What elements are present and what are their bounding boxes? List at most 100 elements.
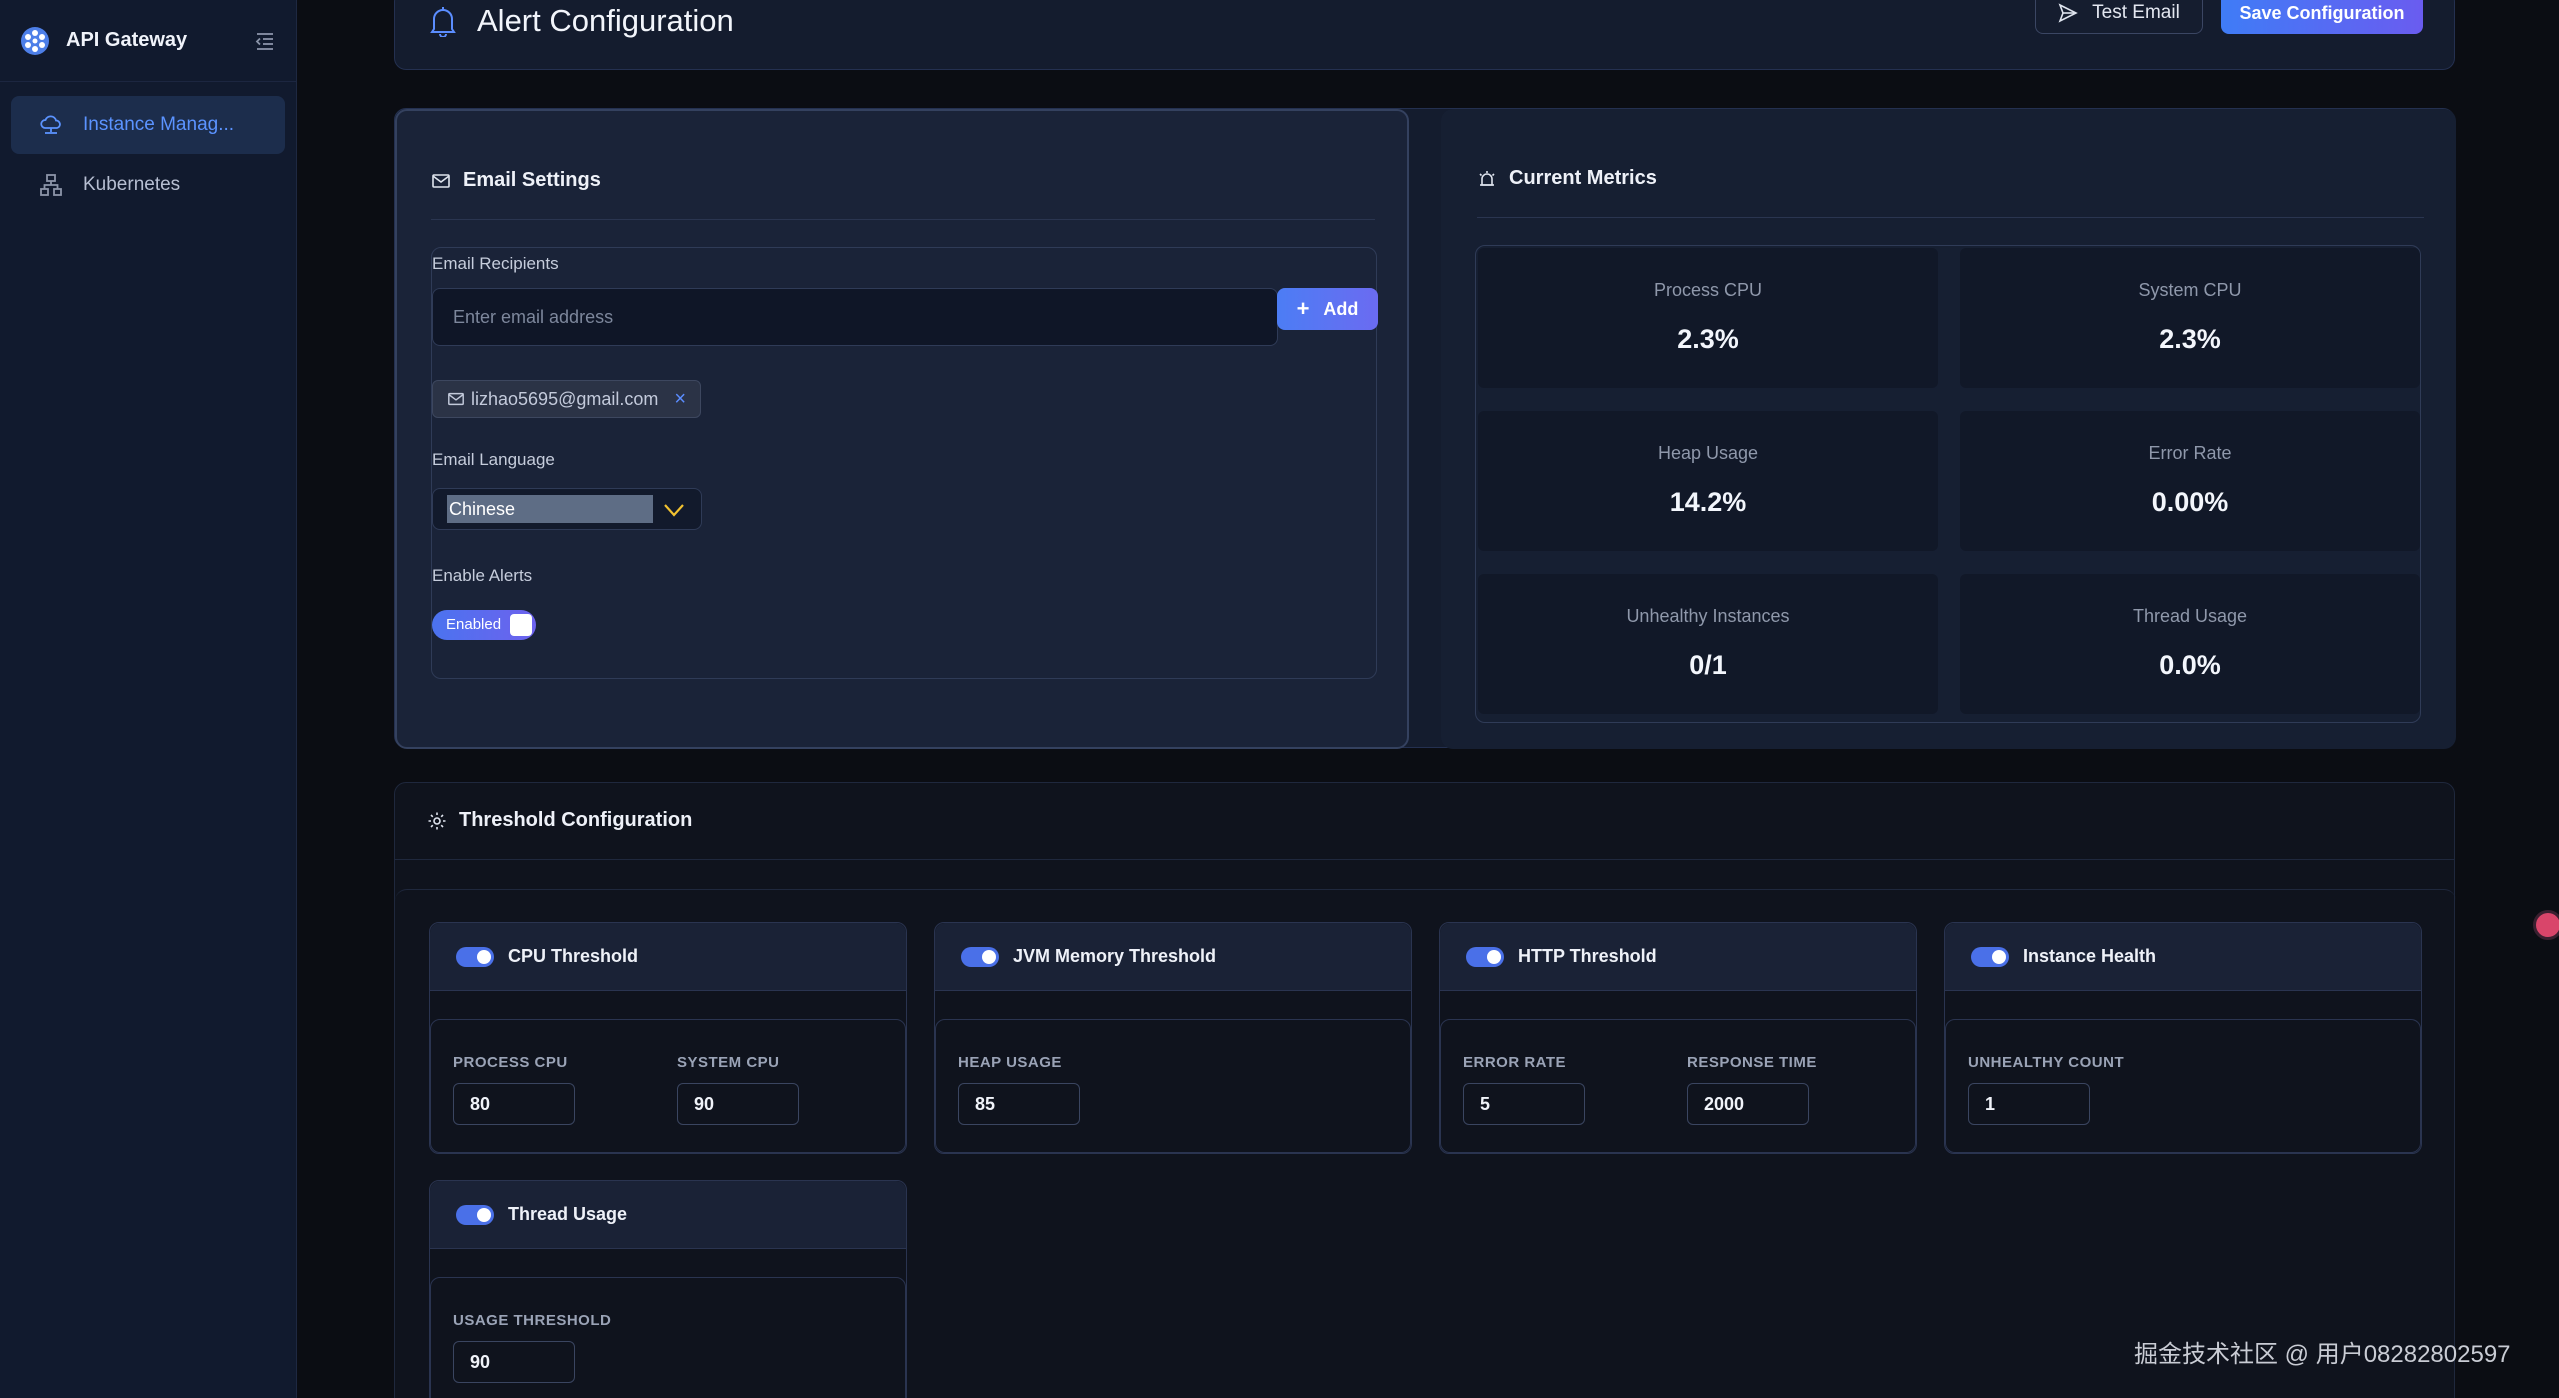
gateway-logo-icon (21, 26, 49, 55)
field-label: PROCESS CPU (453, 1054, 568, 1071)
sidebar-item-kubernetes[interactable]: Kubernetes (11, 156, 285, 214)
watermark: 掘金技术社区 @ 用户08282802597 (2134, 1341, 2511, 1368)
metric-process-cpu: Process CPU 2.3% (1478, 248, 1938, 388)
current-metrics-title: Current Metrics (1509, 167, 1657, 189)
current-metrics-card: Current Metrics Process CPU 2.3% System … (1441, 109, 2456, 749)
threshold-card-instance-health: Instance Health UNHEALTHY COUNT (1944, 922, 2422, 1154)
toggle-state-text: Enabled (446, 616, 502, 633)
threshold-card-title: HTTP Threshold (1518, 946, 1657, 966)
heap-usage-input[interactable] (958, 1083, 1080, 1125)
process-cpu-input[interactable] (453, 1083, 575, 1125)
recipient-email: lizhao5695@gmail.com (471, 388, 659, 409)
field-usage-threshold: USAGE THRESHOLD (453, 1312, 611, 1383)
email-settings-header: Email Settings (431, 169, 601, 192)
brand: API Gateway (0, 0, 296, 82)
threshold-card-body: HEAP USAGE (935, 1019, 1411, 1153)
threshold-card-body: ERROR RATE RESPONSE TIME (1440, 1019, 1916, 1153)
recipient-chip: lizhao5695@gmail.com × (432, 380, 702, 418)
field-label: ERROR RATE (1463, 1054, 1567, 1071)
threshold-card-title: Thread Usage (508, 1204, 628, 1224)
field-label: USAGE THRESHOLD (453, 1312, 612, 1329)
metric-system-cpu: System CPU 2.3% (1960, 248, 2420, 388)
current-metrics-header: Current Metrics (1477, 167, 1657, 190)
test-email-button[interactable]: Test Email (2035, 0, 2203, 34)
thread-usage-toggle[interactable] (456, 1204, 494, 1225)
threshold-configuration-title: Threshold Configuration (459, 809, 693, 831)
divider (1477, 217, 2424, 218)
floating-helper-button[interactable] (2533, 910, 2559, 940)
metric-value: 0/1 (1689, 650, 1727, 680)
plus-icon: + (1296, 296, 1310, 321)
usage-threshold-input[interactable] (453, 1341, 575, 1383)
http-threshold-toggle[interactable] (1466, 946, 1504, 967)
bell-icon (430, 7, 456, 37)
sidebar-item-instance-management[interactable]: Instance Manag... (11, 96, 285, 154)
add-recipient-button[interactable]: + Add (1277, 288, 1378, 330)
threshold-card-http: HTTP Threshold ERROR RATE RESPONSE TIME (1439, 922, 1917, 1154)
metric-thread-usage: Thread Usage 0.0% (1960, 574, 2420, 714)
sidebar: API Gateway Instance Manag... Kubernetes (0, 0, 297, 1398)
app-name: API Gateway (66, 29, 188, 51)
metric-label: Process CPU (1653, 280, 1763, 300)
response-time-input[interactable] (1687, 1083, 1809, 1125)
remove-recipient-icon[interactable]: × (674, 389, 686, 409)
divider (431, 219, 1375, 220)
chevron-down-icon (664, 504, 684, 517)
threshold-card-header: JVM Memory Threshold (935, 923, 1411, 991)
error-rate-input[interactable] (1463, 1083, 1585, 1125)
threshold-configuration-panel: Threshold Configuration CPU Threshold PR… (394, 782, 2456, 1398)
threshold-card-header: Thread Usage (430, 1181, 906, 1249)
metric-label: Thread Usage (2132, 606, 2248, 626)
language-select[interactable]: Chinese (432, 488, 702, 530)
field-unhealthy-count: UNHEALTHY COUNT (1968, 1054, 2124, 1125)
field-error-rate: ERROR RATE (1463, 1054, 1585, 1125)
system-cpu-input[interactable] (677, 1083, 799, 1125)
sidebar-item-label: Kubernetes (83, 174, 181, 195)
send-icon (2058, 3, 2078, 23)
email-settings-title: Email Settings (463, 169, 601, 191)
threshold-card-body: UNHEALTHY COUNT (1945, 1019, 2421, 1153)
metric-heap-usage: Heap Usage 14.2% (1478, 411, 1938, 551)
cloud-network-icon (40, 115, 61, 134)
language-label: Email Language (432, 450, 555, 469)
threshold-card-cpu: CPU Threshold PROCESS CPU SYSTEM CPU (429, 922, 907, 1154)
field-process-cpu: PROCESS CPU (453, 1054, 575, 1125)
threshold-card-body: USAGE THRESHOLD (430, 1277, 906, 1398)
save-configuration-button[interactable]: Save Configuration (2221, 0, 2423, 34)
threshold-card-header: CPU Threshold (430, 923, 906, 991)
field-label: UNHEALTHY COUNT (1968, 1054, 2125, 1071)
gear-icon (428, 812, 446, 829)
enable-alerts-toggle[interactable]: Enabled (432, 610, 536, 640)
metric-label: System CPU (2138, 280, 2242, 300)
mail-icon (432, 173, 450, 188)
page-header: Alert Configuration Test Email Save Conf… (394, 0, 2455, 70)
unhealthy-count-input[interactable] (1968, 1083, 2090, 1125)
threshold-cards-area: CPU Threshold PROCESS CPU SYSTEM CPU JVM… (395, 889, 2456, 1398)
threshold-card-jvm-memory: JVM Memory Threshold HEAP USAGE (934, 922, 1412, 1154)
field-label: SYSTEM CPU (677, 1054, 780, 1071)
metric-label: Unhealthy Instances (1626, 606, 1790, 626)
email-input[interactable] (432, 288, 1278, 346)
threshold-card-title: JVM Memory Threshold (1013, 946, 1217, 966)
metric-value: 14.2% (1669, 487, 1747, 517)
metrics-grid: Process CPU 2.3% System CPU 2.3% Heap Us… (1475, 245, 2421, 723)
metric-unhealthy-instances: Unhealthy Instances 0/1 (1478, 574, 1938, 714)
jvm-memory-threshold-toggle[interactable] (961, 946, 999, 967)
enable-alerts-label: Enable Alerts (432, 566, 533, 585)
field-system-cpu: SYSTEM CPU (677, 1054, 799, 1125)
threshold-card-header: HTTP Threshold (1440, 923, 1916, 991)
menu-collapse-icon[interactable] (254, 30, 276, 52)
metric-value: 2.3% (2159, 324, 2221, 354)
toggle-knob (510, 614, 532, 636)
sidebar-nav: Instance Manag... Kubernetes (0, 82, 296, 230)
metric-error-rate: Error Rate 0.00% (1960, 411, 2420, 551)
alert-settings-panel: Email Settings Email Recipients + Add li… (394, 108, 2456, 749)
email-settings-form: Email Recipients + Add lizhao5695@gmail.… (431, 247, 1378, 679)
threshold-card-title: Instance Health (2023, 946, 2157, 966)
metric-value: 2.3% (1677, 324, 1739, 354)
instance-health-toggle[interactable] (1971, 946, 2009, 967)
page-title: Alert Configuration (477, 3, 734, 38)
cpu-threshold-toggle[interactable] (456, 946, 494, 967)
threshold-card-header: Instance Health (1945, 923, 2421, 991)
add-label: Add (1323, 298, 1359, 319)
